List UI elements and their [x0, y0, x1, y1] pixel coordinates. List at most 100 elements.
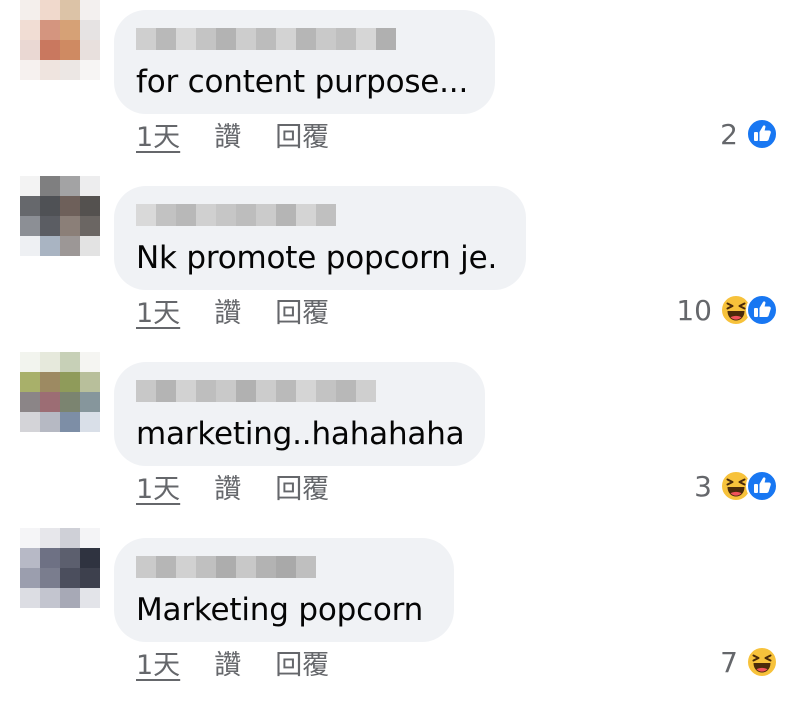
- avatar[interactable]: [20, 352, 100, 432]
- avatar-pixel: [80, 20, 100, 40]
- name-blur-pixel: [236, 204, 256, 226]
- name-blur-pixel: [316, 380, 336, 402]
- reaction-summary[interactable]: 7: [720, 642, 778, 682]
- comment-text: Marketing popcorn: [136, 592, 424, 628]
- commenter-name-blurred[interactable]: [136, 204, 336, 226]
- avatar-pixel: [80, 40, 100, 60]
- avatar-pixel: [20, 548, 40, 568]
- avatar[interactable]: [20, 176, 100, 256]
- reply-button[interactable]: 回覆: [275, 291, 329, 330]
- avatar-pixel: [40, 568, 60, 588]
- reply-button[interactable]: 回覆: [275, 643, 329, 682]
- avatar[interactable]: [20, 528, 100, 608]
- comment-bubble: marketing..hahahaha: [114, 362, 485, 466]
- name-blur-pixel: [176, 556, 196, 578]
- name-blur-pixel: [176, 204, 196, 226]
- avatar-pixel: [60, 548, 80, 568]
- like-icon: [746, 470, 778, 502]
- commenter-name-blurred[interactable]: [136, 28, 396, 50]
- like-button[interactable]: 讚: [214, 291, 241, 330]
- avatar-pixel: [20, 412, 40, 432]
- avatar-pixel: [40, 412, 60, 432]
- avatar-pixel: [20, 588, 40, 608]
- avatar-pixel: [40, 236, 60, 256]
- avatar-pixel: [20, 392, 40, 412]
- avatar-pixel: [40, 40, 60, 60]
- name-blur-pixel: [316, 28, 336, 50]
- reaction-summary[interactable]: 3: [694, 466, 778, 506]
- comment: for content purpose... 1天 讚 回覆 2: [0, 0, 800, 176]
- like-button[interactable]: 讚: [214, 467, 241, 506]
- name-blur-pixel: [136, 204, 156, 226]
- avatar-pixel: [20, 352, 40, 372]
- comment-text: for content purpose...: [136, 64, 469, 100]
- avatar-pixel: [40, 528, 60, 548]
- reply-button[interactable]: 回覆: [275, 115, 329, 154]
- reply-button[interactable]: 回覆: [275, 467, 329, 506]
- avatar-pixel: [60, 176, 80, 196]
- avatar-pixel: [80, 548, 100, 568]
- name-blur-pixel: [236, 380, 256, 402]
- comment-bubble: Nk promote popcorn je.: [114, 186, 526, 290]
- reaction-summary[interactable]: 10: [676, 290, 778, 330]
- name-blur-pixel: [256, 556, 276, 578]
- reaction-count: 7: [720, 645, 738, 679]
- like-button[interactable]: 讚: [214, 643, 241, 682]
- name-blur-pixel: [276, 556, 296, 578]
- avatar-pixel: [60, 60, 80, 80]
- like-icon: [746, 294, 778, 326]
- name-blur-pixel: [156, 204, 176, 226]
- avatar-pixel: [40, 216, 60, 236]
- avatar-pixel: [20, 216, 40, 236]
- avatar-pixel: [40, 588, 60, 608]
- avatar-pixel: [60, 392, 80, 412]
- avatar-pixel: [60, 196, 80, 216]
- timestamp-link[interactable]: 1天: [136, 643, 180, 682]
- avatar-pixel: [20, 372, 40, 392]
- name-blur-pixel: [156, 380, 176, 402]
- name-blur-pixel: [296, 204, 316, 226]
- avatar-pixel: [80, 352, 100, 372]
- avatar-pixel: [60, 372, 80, 392]
- comment: Marketing popcorn 1天 讚 回覆 7: [0, 528, 800, 704]
- name-blur-pixel: [256, 380, 276, 402]
- avatar-pixel: [20, 528, 40, 548]
- name-blur-pixel: [376, 28, 396, 50]
- reaction-count: 3: [694, 469, 712, 503]
- name-blur-pixel: [296, 556, 316, 578]
- comment-actions: 1天 讚 回覆: [136, 466, 329, 506]
- comment-text: Nk promote popcorn je.: [136, 240, 498, 276]
- avatar-pixel: [80, 196, 100, 216]
- name-blur-pixel: [136, 380, 156, 402]
- avatar-pixel: [40, 548, 60, 568]
- commenter-name-blurred[interactable]: [136, 556, 316, 578]
- reaction-count: 2: [720, 117, 738, 151]
- name-blur-pixel: [236, 556, 256, 578]
- like-button[interactable]: 讚: [214, 115, 241, 154]
- commenter-name-blurred[interactable]: [136, 380, 376, 402]
- name-blur-pixel: [216, 28, 236, 50]
- avatar[interactable]: [20, 0, 100, 80]
- avatar-pixel: [60, 20, 80, 40]
- comment-actions: 1天 讚 回覆: [136, 642, 329, 682]
- avatar-pixel: [40, 392, 60, 412]
- avatar-pixel: [60, 568, 80, 588]
- timestamp-link[interactable]: 1天: [136, 115, 180, 154]
- avatar-pixel: [80, 588, 100, 608]
- avatar-pixel: [40, 352, 60, 372]
- avatar-pixel: [80, 392, 100, 412]
- avatar-pixel: [60, 0, 80, 20]
- timestamp-link[interactable]: 1天: [136, 291, 180, 330]
- reaction-summary[interactable]: 2: [720, 114, 778, 154]
- haha-icon: [746, 646, 778, 678]
- name-blur-pixel: [296, 28, 316, 50]
- avatar-pixel: [20, 0, 40, 20]
- timestamp-link[interactable]: 1天: [136, 467, 180, 506]
- avatar-pixel: [60, 216, 80, 236]
- avatar-pixel: [40, 372, 60, 392]
- avatar-pixel: [80, 372, 100, 392]
- like-icon: [746, 118, 778, 150]
- avatar-pixel: [20, 568, 40, 588]
- name-blur-pixel: [276, 28, 296, 50]
- name-blur-pixel: [136, 556, 156, 578]
